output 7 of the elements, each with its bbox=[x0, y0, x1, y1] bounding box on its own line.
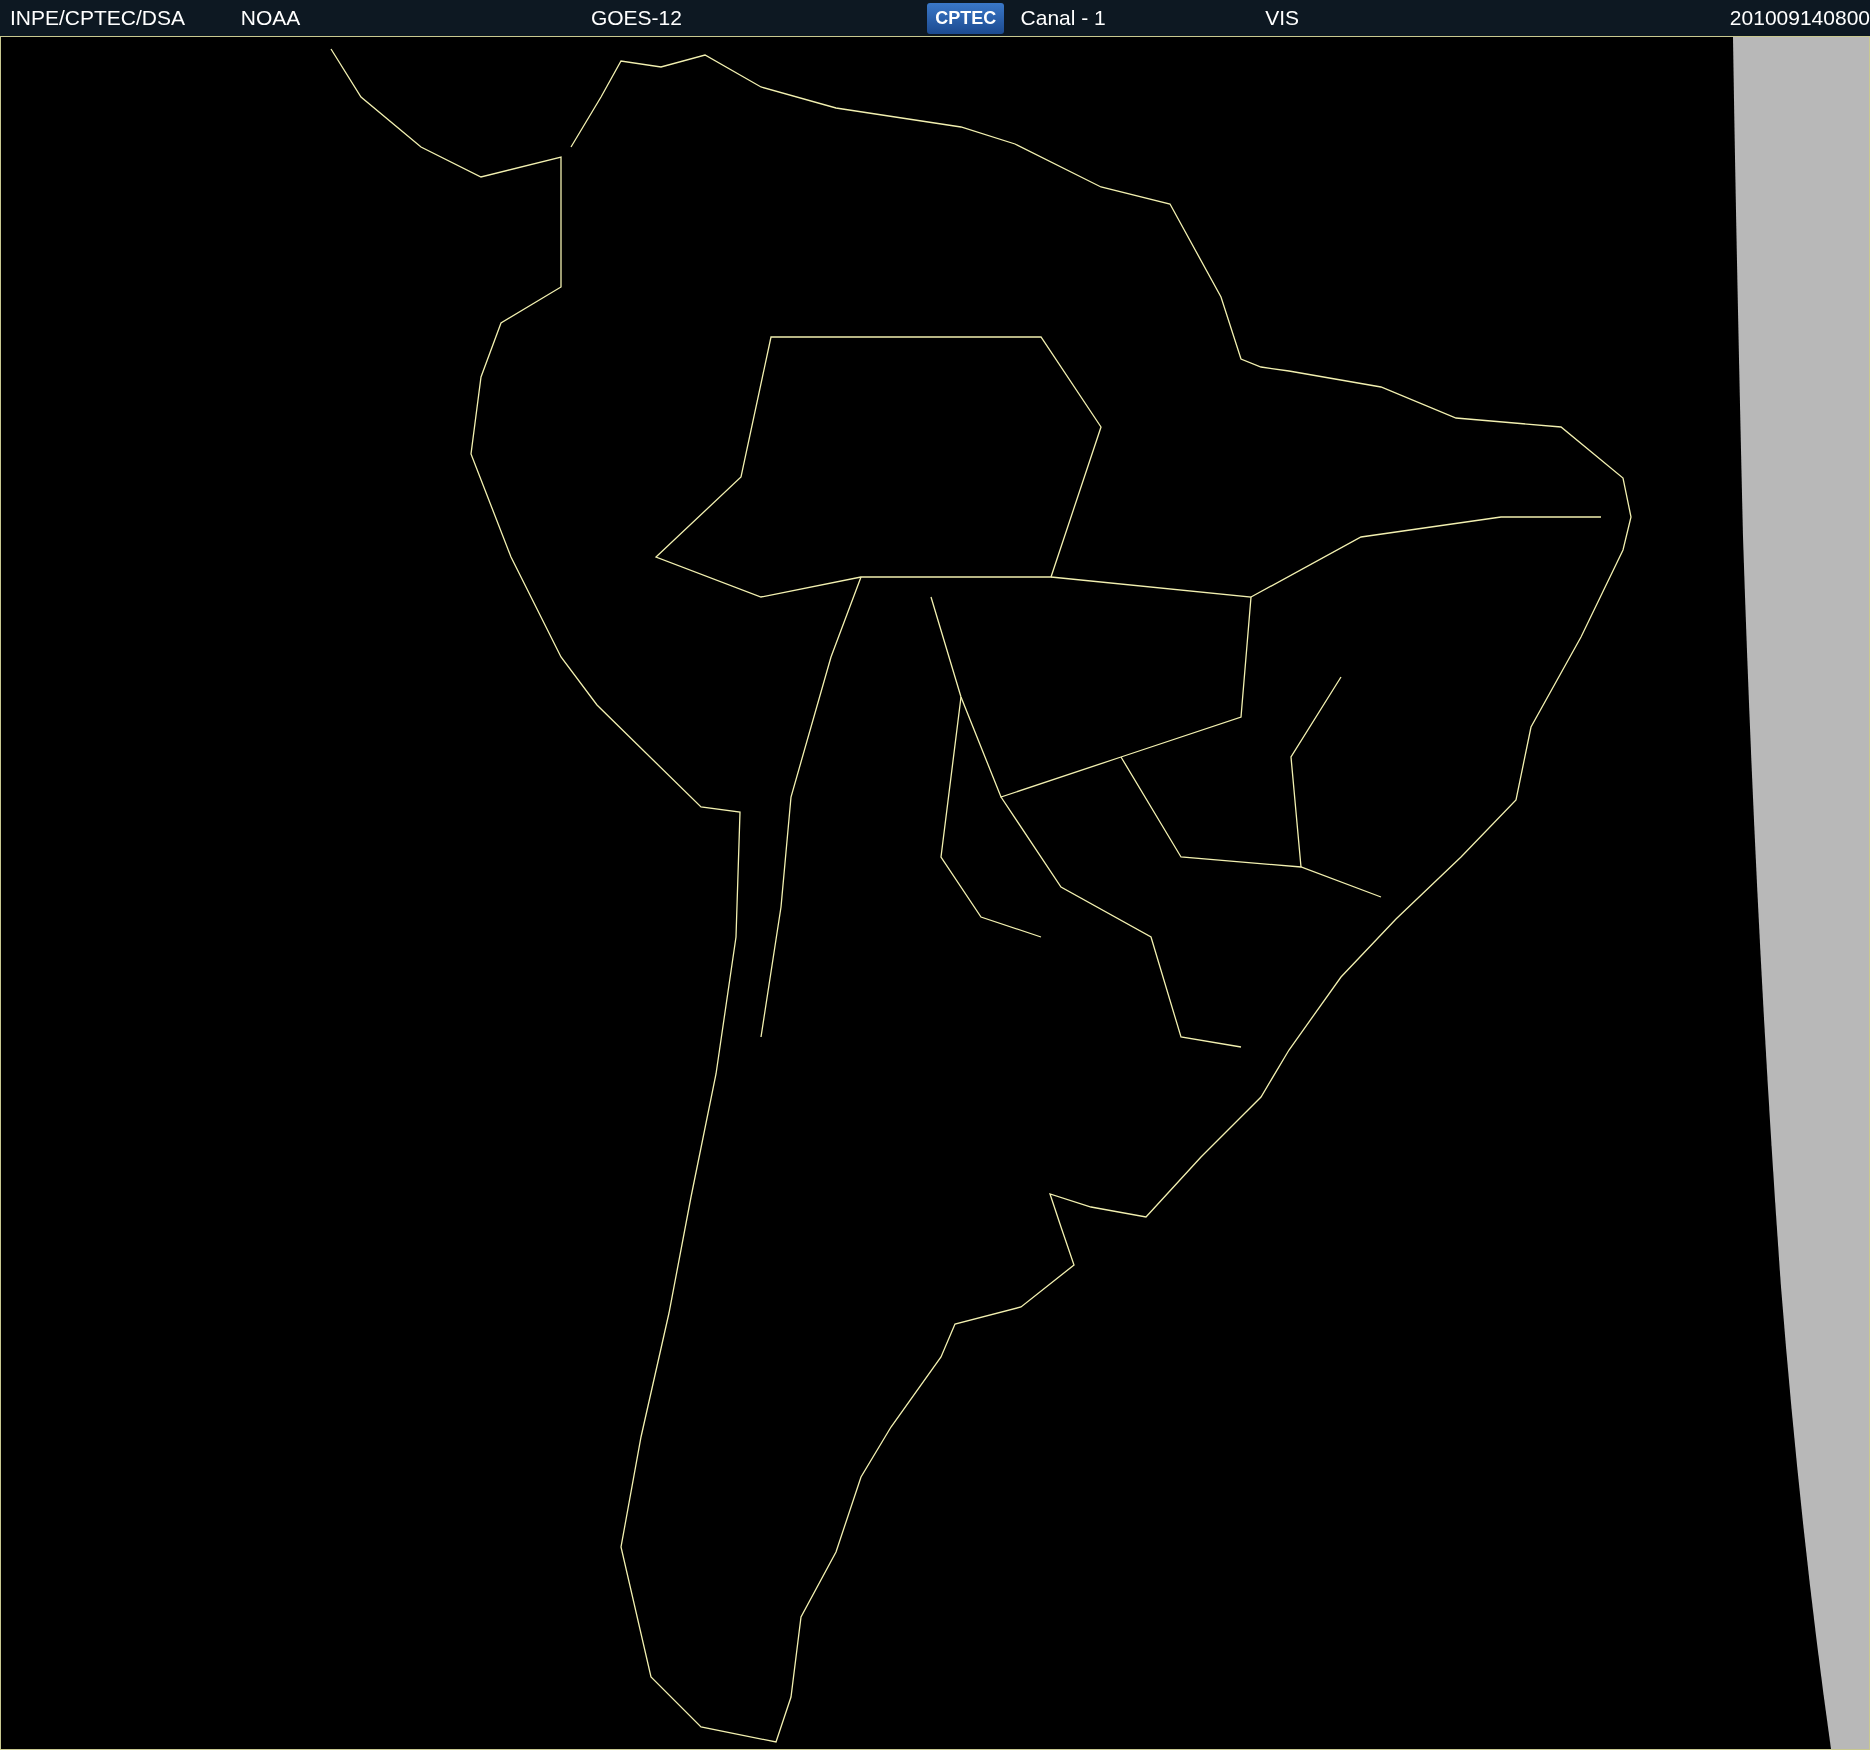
header-label: NOAA bbox=[240, 6, 301, 30]
header-label: INPE/CPTEC/DSA bbox=[10, 6, 186, 30]
header-label: Canal - 1 bbox=[1020, 6, 1106, 30]
header-label: 201009140800 bbox=[1729, 6, 1870, 30]
logo: CPTEC bbox=[927, 2, 1005, 34]
header-label: VIS bbox=[1265, 6, 1300, 30]
header-label: GOES-12 bbox=[590, 6, 682, 30]
